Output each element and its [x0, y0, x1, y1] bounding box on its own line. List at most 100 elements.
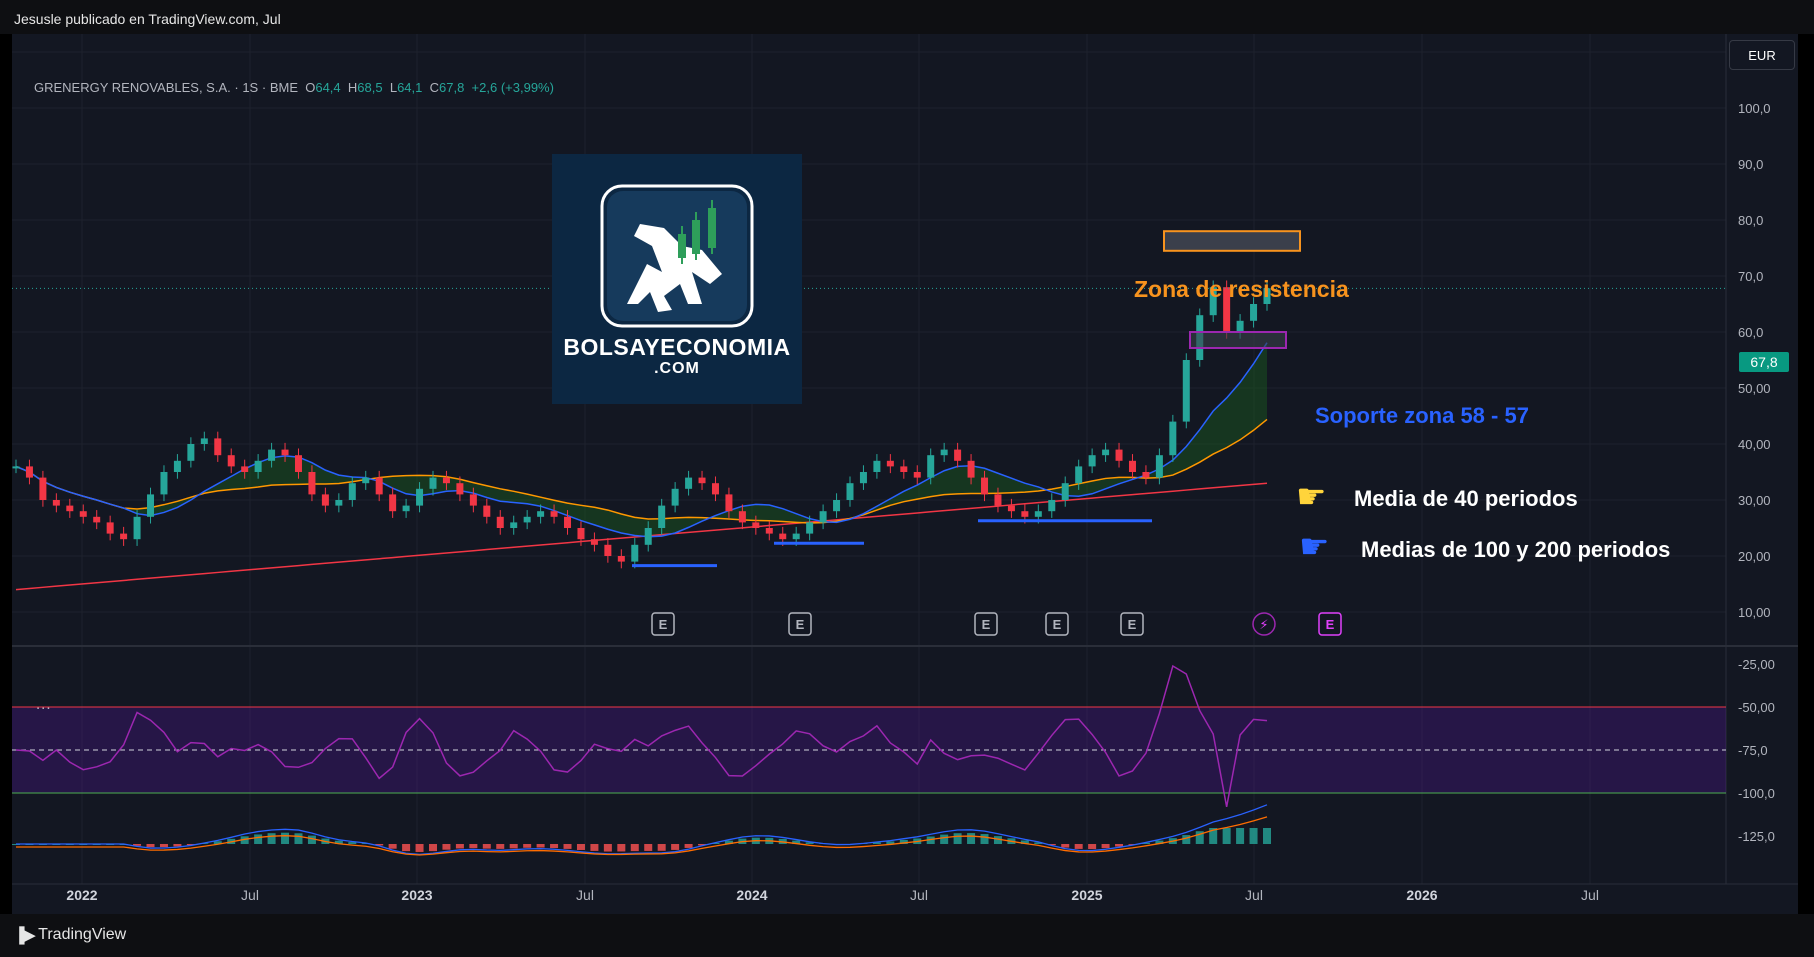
indicator-tick-label: -50,00 [1738, 700, 1775, 715]
candle-body [1007, 505, 1015, 512]
macd-bar [294, 833, 303, 844]
footer-bar: ▐▶ TradingView [0, 914, 1814, 957]
candle-body [120, 533, 128, 540]
time-tick-label: Jul [1245, 887, 1263, 903]
candle-body [617, 556, 625, 562]
candle-body [940, 449, 948, 456]
indicator-tick-label: -125,0 [1738, 829, 1775, 844]
macd-bar [1249, 828, 1258, 844]
earnings-label: E [1128, 617, 1137, 632]
candle-body [550, 511, 558, 517]
candle-body [241, 466, 249, 472]
macd-bar [509, 844, 518, 849]
candle-body [469, 494, 477, 506]
macd-bar [1222, 828, 1231, 844]
symbol-interval: 1S [242, 80, 259, 95]
price-tick-label: 80,0 [1738, 213, 1763, 228]
price-tick-label: 90,0 [1738, 157, 1763, 172]
candle-body [537, 511, 545, 517]
currency-button[interactable]: EUR [1729, 40, 1795, 70]
macd-bar [630, 844, 639, 852]
chart-canvas[interactable]: 110,0100,090,080,070,060,050,0040,0030,0… [12, 34, 1798, 914]
macd-bar [402, 844, 411, 852]
macd-bar [953, 833, 962, 844]
pointing-hand-icon: ☛ [1299, 528, 1330, 566]
tradingview-brand[interactable]: ▐▶ TradingView [14, 926, 126, 944]
candle-body [93, 516, 101, 523]
earnings-label: E [1053, 617, 1062, 632]
price-tick-label: 60,0 [1738, 325, 1763, 340]
candle-body [389, 494, 397, 512]
candle-body [913, 472, 921, 478]
macd-bar [455, 844, 464, 849]
macd-bar [684, 844, 693, 848]
macd-signal-line [16, 816, 1268, 856]
candle-body [981, 477, 989, 495]
candle-body [429, 477, 437, 489]
candle-body [268, 449, 276, 461]
macd-bar [442, 844, 451, 850]
macd-bar [603, 844, 612, 852]
macd-bar [146, 844, 155, 848]
candle-body [335, 500, 343, 506]
candle-body [416, 488, 424, 506]
earnings-label: E [659, 617, 668, 632]
candle-body [967, 460, 975, 478]
candle-body [806, 522, 814, 534]
time-tick-label: 2025 [1071, 887, 1102, 903]
pointing-hand-icon: ☛ [1296, 478, 1327, 516]
indicator-menu-icon[interactable]: ... [36, 696, 52, 713]
candle-body [725, 494, 733, 512]
candle-body [564, 516, 572, 528]
price-tick-label: 30,00 [1738, 493, 1771, 508]
price-tick-label: 10,00 [1738, 605, 1771, 620]
symbol-exchange: BME [269, 80, 298, 95]
macd-bar [281, 832, 290, 844]
time-tick-label: 2024 [736, 887, 767, 903]
candle-body [133, 516, 141, 540]
macd-bar [1263, 828, 1271, 844]
macd-bar [1088, 844, 1097, 850]
chart-frame[interactable]: 110,0100,090,080,070,060,050,0040,0030,0… [12, 34, 1798, 914]
macd-bar [159, 844, 168, 848]
bull-logo-icon [600, 184, 754, 328]
candle-body [442, 477, 450, 484]
candle-body [1155, 455, 1163, 478]
macd-bar [550, 844, 559, 849]
symbol-legend[interactable]: GRENERGY RENOVABLES, S.A. · 1S · BME O64… [34, 80, 554, 95]
candle-body [375, 477, 383, 495]
candle-body [1128, 460, 1136, 472]
candle-body [900, 466, 908, 472]
candle-body [792, 533, 800, 540]
price-tick-label: 20,00 [1738, 549, 1771, 564]
price-tick-label: 50,00 [1738, 381, 1771, 396]
macd-bar [1115, 844, 1124, 847]
time-tick-label: 2022 [66, 887, 97, 903]
candle-body [873, 460, 881, 472]
time-tick-label: 2026 [1406, 887, 1437, 903]
candle-body [752, 522, 760, 528]
candle-body [52, 500, 60, 506]
macd-bar [388, 844, 397, 849]
candle-body [1169, 421, 1177, 456]
macd-bar [967, 833, 976, 844]
candle-body [25, 466, 33, 478]
high-value: 68,5 [357, 80, 383, 95]
candle-body [1102, 449, 1110, 456]
macd-bar [523, 844, 532, 848]
time-tick-label: Jul [576, 887, 594, 903]
candle-body [1250, 304, 1258, 321]
candle-body [496, 516, 504, 528]
open-value: 64,4 [315, 80, 341, 95]
candle-body [1182, 360, 1190, 422]
indicator-tick-label: -100,0 [1738, 786, 1775, 801]
indicator-tick-label: -25,00 [1738, 657, 1775, 672]
candle-body [362, 477, 370, 484]
candle-body [738, 511, 746, 523]
macd-bar [940, 834, 949, 844]
macd-bar [590, 844, 599, 851]
time-tick-label: 2023 [401, 887, 432, 903]
candle-body [348, 483, 356, 500]
last-price-badge: 67,8 [1739, 352, 1789, 372]
candle-body [147, 494, 155, 517]
